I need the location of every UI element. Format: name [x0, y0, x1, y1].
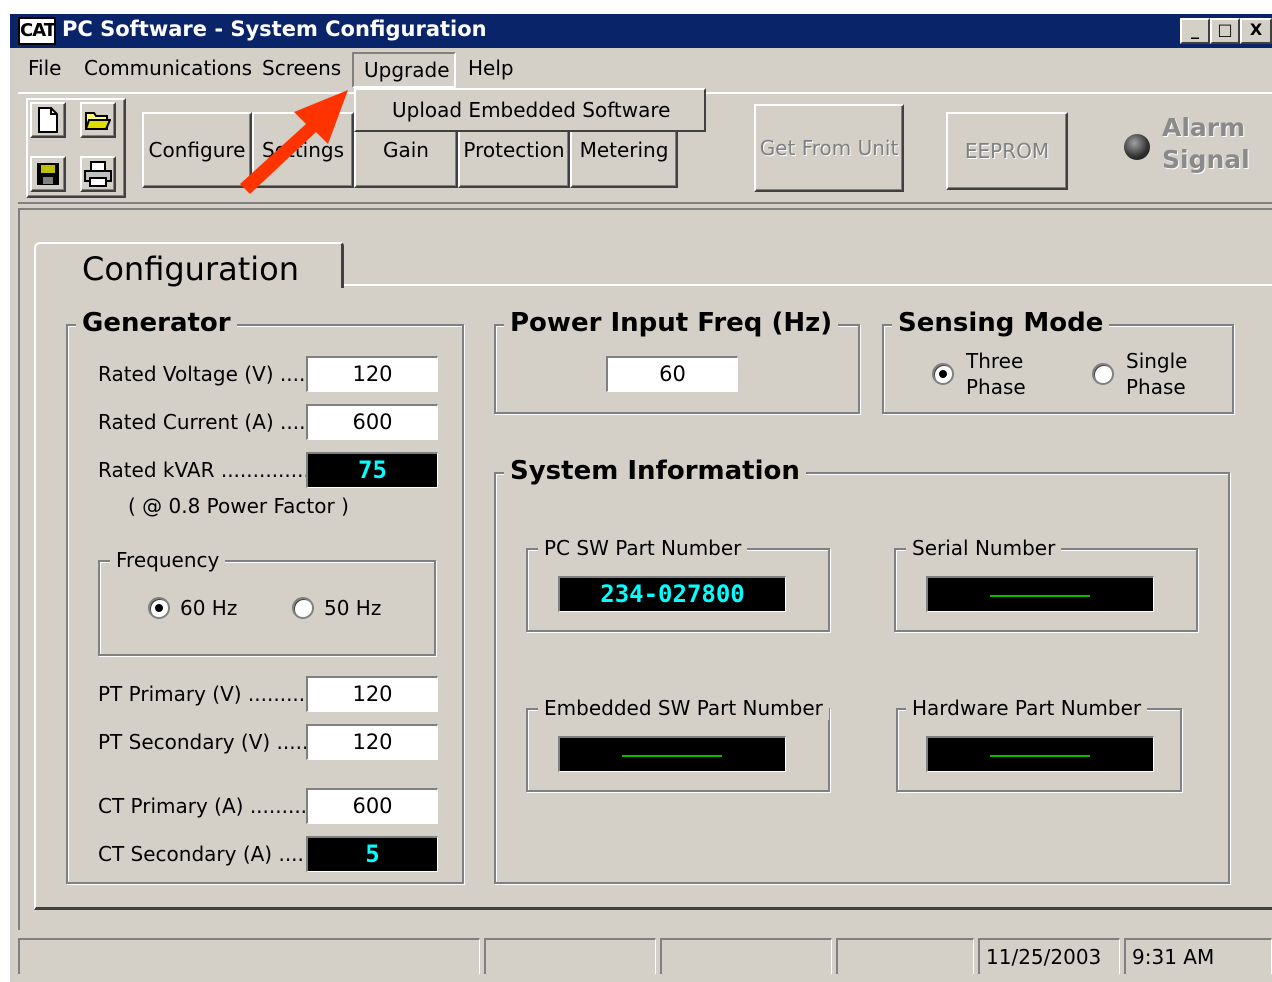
status-pane-2 — [484, 938, 656, 974]
hardware-part-number-empty-dash — [990, 755, 1090, 757]
single-phase-label-line1: Single — [1126, 349, 1188, 373]
ct-primary-field[interactable]: 600 — [306, 788, 438, 824]
alarm-indicator-icon — [1124, 134, 1150, 160]
generator-group-title: Generator — [76, 308, 237, 338]
single-phase-radio[interactable] — [1092, 363, 1114, 385]
ct-secondary-label: CT Secondary (A) ..... — [98, 842, 311, 866]
menu-file[interactable]: File — [28, 56, 61, 80]
frequency-60hz-radio[interactable] — [148, 597, 170, 619]
rated-kvar-label: Rated kVAR .............. — [98, 458, 310, 482]
new-file-icon[interactable] — [30, 102, 66, 138]
single-phase-label-line2: Phase — [1126, 375, 1186, 399]
ct-primary-label: CT Primary (A) ........... — [98, 794, 320, 818]
menu-item-upload-embedded-software[interactable]: Upload Embedded Software — [392, 98, 670, 122]
pc-sw-part-number-display: 234-027800 — [558, 576, 786, 612]
status-time: 9:31 AM — [1124, 938, 1272, 974]
power-factor-note: ( @ 0.8 Power Factor ) — [128, 494, 349, 518]
menu-help[interactable]: Help — [468, 56, 514, 80]
annotation-arrow-icon — [240, 90, 348, 194]
frequency-group-title: Frequency — [110, 548, 226, 572]
embedded-sw-part-number-display — [558, 736, 786, 772]
close-button[interactable]: X — [1240, 18, 1272, 44]
ct-secondary-display: 5 — [306, 836, 438, 872]
status-pane-3 — [660, 938, 832, 974]
get-from-unit-button[interactable]: Get From Unit — [754, 104, 904, 192]
menu-screens[interactable]: Screens — [262, 56, 341, 80]
status-pane-1 — [18, 938, 480, 974]
sensing-mode-title: Sensing Mode — [892, 308, 1110, 338]
frequency-60hz-label: 60 Hz — [180, 596, 238, 620]
serial-number-label: Serial Number — [906, 536, 1062, 560]
window-title: PC Software - System Configuration — [62, 17, 487, 41]
rated-voltage-label: Rated Voltage (V) ..... — [98, 362, 312, 386]
pt-primary-field[interactable]: 120 — [306, 676, 438, 712]
rated-kvar-display: 75 — [306, 452, 438, 488]
alarm-label-line2: Signal — [1162, 145, 1250, 174]
tab-configuration-label: Configuration — [82, 250, 300, 288]
frequency-50hz-label: 50 Hz — [324, 596, 382, 620]
pt-secondary-label: PT Secondary (V) ..... — [98, 730, 309, 754]
minimize-button[interactable]: _ — [1180, 18, 1210, 44]
hardware-part-number-label: Hardware Part Number — [906, 696, 1148, 720]
pc-sw-part-number-label: PC SW Part Number — [538, 536, 748, 560]
three-phase-label-line1: Three — [966, 349, 1024, 373]
power-input-freq-field[interactable]: 60 — [606, 356, 738, 392]
open-folder-icon[interactable] — [80, 102, 116, 138]
maximize-button[interactable]: □ — [1210, 18, 1240, 44]
hardware-part-number-display — [926, 736, 1154, 772]
three-phase-radio[interactable] — [932, 363, 954, 385]
embedded-sw-empty-dash — [622, 755, 722, 757]
embedded-sw-part-number-label: Embedded SW Part Number — [538, 696, 829, 720]
rated-current-field[interactable]: 600 — [306, 404, 438, 440]
print-icon[interactable] — [80, 156, 116, 192]
three-phase-label-line2: Phase — [966, 375, 1026, 399]
serial-number-empty-dash — [990, 595, 1090, 597]
pt-secondary-field[interactable]: 120 — [306, 724, 438, 760]
save-disk-icon[interactable] — [30, 156, 66, 192]
tab-configuration[interactable]: Configuration — [34, 242, 344, 288]
pt-primary-label: PT Primary (V) ........... — [98, 682, 318, 706]
rated-voltage-field[interactable]: 120 — [306, 356, 438, 392]
status-pane-4 — [836, 938, 974, 974]
rated-current-label: Rated Current (A) ...... — [98, 410, 319, 434]
system-information-group — [494, 472, 1230, 884]
system-information-title: System Information — [504, 456, 806, 486]
status-date: 11/25/2003 — [978, 938, 1120, 974]
menu-communications[interactable]: Communications — [84, 56, 252, 80]
eeprom-button[interactable]: EEPROM — [946, 112, 1068, 190]
menu-upgrade[interactable]: Upgrade — [364, 58, 450, 82]
serial-number-display — [926, 576, 1154, 612]
cat-logo-icon: CAT — [18, 17, 56, 45]
upgrade-dropdown-menu: Upload Embedded Software — [354, 88, 706, 132]
power-input-freq-title: Power Input Freq (Hz) — [504, 308, 839, 338]
alarm-label-line1: Alarm — [1162, 113, 1246, 142]
frequency-50hz-radio[interactable] — [292, 597, 314, 619]
